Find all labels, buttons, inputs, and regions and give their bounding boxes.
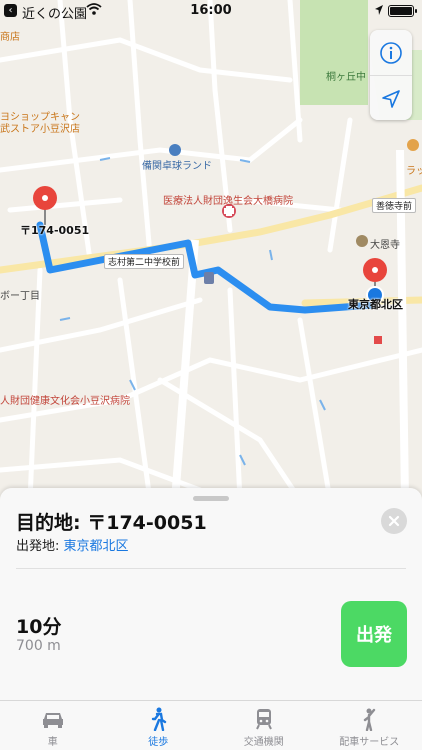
info-button[interactable] (370, 30, 412, 75)
map-label-destination: 〒174-0051 (20, 224, 90, 237)
sports-icon (169, 144, 181, 156)
map-label-table-tennis: 備関卓球ランド (142, 161, 212, 172)
destination-title: 目的地: 〒174-0051 (16, 508, 207, 535)
map-label-school: 志村第二中学校前 (104, 254, 185, 269)
status-bar: ‹ 近くの公園 16:00 (0, 0, 422, 22)
map-label-kirigaoka: 桐ヶ丘中 (326, 72, 366, 83)
map-label-kenko-hospital: 人財団健康文化会小豆沢病院 (0, 396, 130, 407)
station-icon (204, 272, 214, 284)
map-label-zentokuji: 善徳寺前 (372, 198, 417, 213)
hail-icon (364, 708, 376, 731)
origin-row: 出発地: 東京都北区 (16, 535, 129, 554)
car-icon (42, 713, 63, 728)
origin-link[interactable]: 東京都北区 (64, 539, 129, 554)
map-label-daionji: 大恩寺 (370, 240, 400, 251)
map-label-hospital: 医療法人財団逸生会大橋病院 (163, 196, 293, 207)
sheet-grabber[interactable] (193, 496, 229, 501)
divider (16, 568, 406, 569)
tab-walk-label: 徒歩 (148, 737, 169, 748)
shop-icon (407, 139, 419, 151)
track-location-button[interactable] (370, 76, 412, 121)
tab-ride-label: 配車サービス (339, 737, 400, 748)
tab-walk[interactable]: 徒歩 (106, 701, 212, 750)
map-controls (370, 30, 412, 120)
close-button[interactable] (381, 508, 407, 534)
battery-icon (388, 5, 417, 17)
location-arrow-icon (382, 89, 400, 108)
location-services-icon (375, 5, 383, 15)
go-button[interactable]: 出発 (341, 601, 407, 667)
map-label-origin: 東京都北区 (348, 298, 403, 311)
tab-drive-label: 車 (47, 737, 58, 748)
map-label-store: 商店 (0, 32, 20, 43)
route-duration: 10分 (16, 616, 62, 638)
tab-drive[interactable]: 車 (0, 701, 106, 750)
walk-icon (152, 707, 167, 731)
origin-prefix: 出発地: (16, 539, 60, 554)
route-distance: 700 m (16, 638, 61, 654)
destination-prefix: 目的地: (16, 512, 81, 534)
post-office-icon (374, 336, 382, 344)
close-icon (388, 515, 400, 527)
tab-transit-label: 交通機関 (243, 737, 284, 748)
map-view[interactable]: 商店 桐ヶ丘中 ヨショップキャン 武ストア小豆沢店 備関卓球ランド 医療法人財団… (0, 0, 422, 500)
status-time: 16:00 (190, 3, 232, 18)
train-icon (255, 709, 272, 730)
transport-tab-bar: 車 徒歩 交通機関 配車サービス (0, 700, 422, 750)
tab-transit[interactable]: 交通機関 (211, 701, 317, 750)
tab-ride[interactable]: 配車サービス (317, 701, 422, 750)
info-icon (380, 41, 402, 64)
map-label-lawson: ラッ (406, 166, 422, 177)
temple-icon (356, 235, 368, 247)
map-label-shop-can-2: 武ストア小豆沢店 (0, 124, 80, 135)
map-label-district: ボー丁目 (0, 291, 40, 302)
destination-value: 〒174-0051 (87, 512, 207, 534)
